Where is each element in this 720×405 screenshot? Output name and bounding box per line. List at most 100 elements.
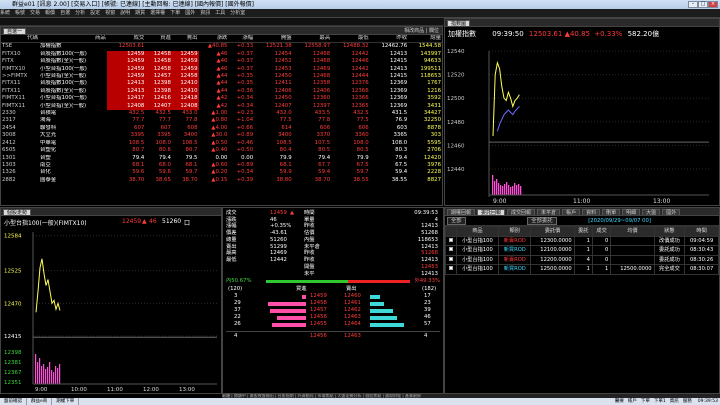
tab-index-chart[interactable]: 指數圖 [447,20,471,26]
menu-item[interactable]: 系統 [0,10,10,16]
menu-item[interactable]: 國外 [185,10,195,16]
quote-row[interactable]: FIMTX10 小型台指100(一般) 12459 12458 12459 ▲46 +0.3… [1,65,442,74]
order-row[interactable]: 小型台指100 新賣ROD 12300.0000 1 0 改價成功 09:04:59 [445,235,719,246]
orders-tab[interactable]: 帳戶 [562,209,581,215]
depth-ask-price[interactable]: 12461 [344,300,361,307]
orders-tab[interactable]: 委託回報 [477,209,506,215]
menu-item[interactable]: 期貨 [135,10,145,16]
quote-row[interactable]: >>FIMTX 小型台指(全)(一般) 12459 12457 12458 ▲44 +0.3… [1,73,442,81]
bottom-right-item[interactable]: 資訊 [670,399,679,404]
menu-item[interactable]: 分析 [75,10,85,16]
quote-row[interactable]: 1303 南亞 68.1 68.0 68.1 ▲0.60 +0.89 68.1 67.7 67.5… [1,162,442,169]
orders-tab[interactable]: 國外 [662,209,681,215]
depth-ask-price[interactable]: 12463 [344,314,361,321]
order-checkbox[interactable] [445,245,457,256]
quote-col-header[interactable]: 漲幅 [228,35,255,44]
orders-col-header[interactable]: 均價 [610,226,655,237]
menu-item[interactable]: 工具 [215,10,225,16]
quote-col-header[interactable]: 總量 [408,35,442,44]
quote-col-header[interactable]: 開盤 [254,35,293,44]
quote-row[interactable]: 1301 台塑 79.4 79.4 79.5 0.00 0.00 79.9 79.4 79.9 79… [1,155,442,162]
tab-watchlist[interactable]: 自選一 [3,28,27,34]
quote-col-header[interactable]: 最低 [331,35,370,44]
checkbox-icon[interactable] [448,266,453,270]
orders-col-header[interactable]: 狀態 [653,226,686,237]
orders-filter[interactable]: 全部 [447,217,466,225]
menu-item[interactable]: 資訊 [200,10,210,16]
orders-tab[interactable]: 期權回報 [447,209,476,215]
menu-item[interactable]: 下單 [170,10,180,16]
quote-col-header[interactable]: 昨收 [369,35,409,44]
mini-chart[interactable]: 12584 12525 12470 12415 12398 12381 12367 12351… [1,226,221,393]
orders-col-header[interactable]: 委託 [573,226,593,237]
bottom-right-item[interactable]: 服務 [683,399,692,404]
checkbox-icon[interactable] [448,256,453,261]
depth-bid-price[interactable]: 12457 [310,307,327,314]
checkbox-icon[interactable] [448,247,453,251]
quote-row[interactable]: FITX11 台股指數100(一般) 12413 12398 12410 ▲44 +0.35… [1,80,442,88]
menu-item[interactable]: 自選 [60,10,70,16]
quote-row[interactable]: FITX11 台股指數(全)(一般) 12413 12398 12410 ▲44 +0.36… [1,87,442,96]
tab-mini-chart[interactable]: 個股走勢 [3,209,32,215]
quote-row[interactable]: FITX 台股指數(全)(一般) 12459 12458 12459 ▲46 +0.37 12… [1,58,442,66]
quote-row[interactable]: 1326 台化 59.6 59.6 59.7 ▲0.20 +0.34 59.9 59.4 59.7… [1,169,442,176]
depth-ask-price[interactable]: 12464 [344,321,361,328]
orders-tab[interactable]: 刪單 [602,209,621,215]
orders-select[interactable]: 全部委託 [527,217,557,225]
quote-row[interactable]: 2412 中華電 108.5 108.0 108.5 ▲0.50 +0.46 108.5 107… [1,140,442,147]
maximize-button[interactable]: □ [698,1,708,8]
quote-row[interactable]: 2882 國泰金 38.70 38.65 38.70 ▲0.15 +0.39 38.80 38.… [1,177,442,184]
orders-col-header[interactable]: 商品 [455,226,500,237]
quote-row[interactable]: FITX10 台股指數100(一般) 12459 12458 12459 ▲46 +0.37… [1,50,442,59]
orders-col-header[interactable]: 委託價 [530,226,575,237]
index-chart[interactable]: 12540 12520 12500 12480 12460 12440 9:00 11:00 1… [445,41,719,205]
quote-row[interactable]: 3008 大立光 3395 3395 3400 ▲30.0 +0.89 3400 3370 336… [1,132,442,139]
quote-row[interactable]: 6505 台塑化 80.7 80.6 80.7 ▲0.40 +0.50 80.4 80.5 80.… [1,147,442,154]
quote-row[interactable]: 2454 聯發科 607 607 608 ▲4.00 +0.66 614 606 606 603 88… [1,125,442,132]
depth-ask-price[interactable]: 12460 [344,293,361,300]
orders-col-header[interactable] [445,226,457,237]
bottom-tab[interactable]: 盤前確認 [0,398,27,405]
close-button[interactable]: × [708,1,718,8]
orders-tab[interactable]: 資料 [582,209,601,215]
depth-bid-price[interactable]: 12459 [310,293,327,300]
order-row[interactable]: 小型台指100 新買ROD 12500.0000 1 1 12500.0000 完全成交 08… [445,264,719,275]
menu-item[interactable]: 選擇權 [150,10,165,16]
depth-ask-price[interactable]: 12462 [344,307,361,314]
menu-item[interactable]: 帳號 [15,10,25,16]
order-checkbox[interactable] [445,264,457,275]
depth-bid-price[interactable]: 12458 [310,300,327,307]
orders-col-header[interactable]: 成交 [591,226,612,237]
menu-item[interactable]: 視窗 [105,10,115,16]
bottom-right-item[interactable]: 下單1 [654,399,666,404]
minimize-button[interactable]: – [688,1,698,8]
bottom-tab[interactable]: 群益e商 [27,398,53,405]
quote-col-header[interactable]: 漲跌 [198,35,229,44]
order-checkbox[interactable] [445,254,457,265]
quote-row[interactable]: 2317 鴻海 77.7 77.7 77.8 ▲0.80 +1.04 77.5 77.8 77.5… [1,117,442,124]
menu-item[interactable]: 分析室 [230,10,245,16]
menu-item[interactable]: 報價 [45,10,55,16]
depth-bid-price[interactable]: 12456 [310,314,327,321]
menu-item[interactable]: 交易 [30,10,40,16]
orders-tab[interactable]: 明細 [622,209,641,215]
bottom-tab[interactable]: 期權下單 [52,398,80,405]
order-row[interactable]: 小型台指100 新賣ROD 12200.0000 4 0 委託成功 08:30:26 [445,254,719,265]
bottom-right-item[interactable]: 醫療 [615,399,624,404]
orders-tab[interactable]: 成交回報 [507,209,536,215]
bottom-right-item[interactable]: 下單 [641,399,650,404]
order-checkbox[interactable] [445,235,457,246]
orders-tab[interactable]: 未平倉 [537,209,561,215]
quote-col-header[interactable]: 成交 [106,35,146,44]
quote-right-label[interactable]: 相改商品 | 欄位 [404,27,442,34]
bottom-right-item[interactable]: 帳戶 [628,399,637,404]
quote-col-header[interactable]: 商品 [39,35,107,44]
quote-col-header[interactable]: 最高 [292,35,332,44]
order-row[interactable]: 小型台指100 新買ROD 12100.0000 1 0 委託成功 08:30:43 [445,245,719,256]
orders-col-header[interactable]: 類別 [498,226,532,237]
quote-col-header[interactable]: 賣出 [171,35,199,44]
quote-row[interactable]: TSE 加權指數 12503.61 ▲40.85 +0.33 12521.38 12558.… [1,43,442,51]
menu-item[interactable]: 說明 [120,10,130,16]
menu-item[interactable]: 設定 [90,10,100,16]
orders-tab[interactable]: 大盤 [642,209,661,215]
